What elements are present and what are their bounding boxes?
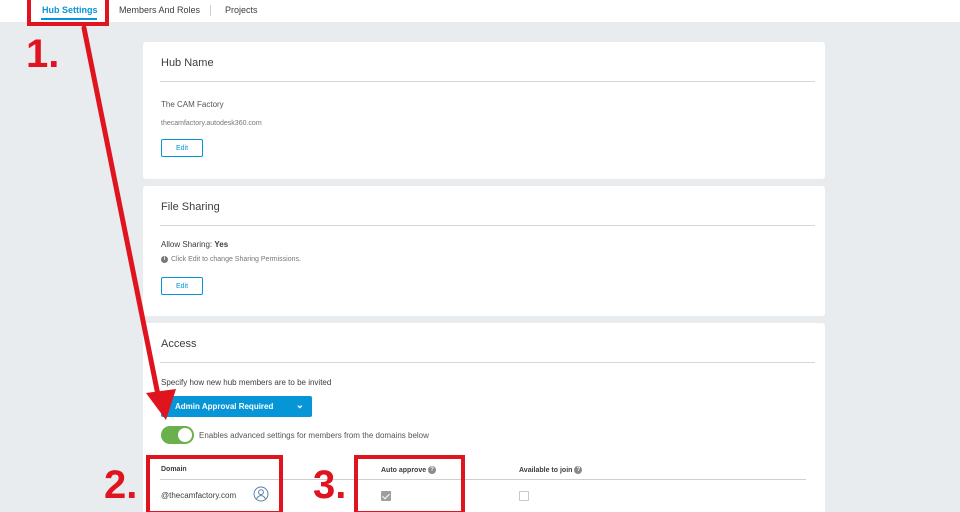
annotation-arrow (81, 25, 176, 420)
